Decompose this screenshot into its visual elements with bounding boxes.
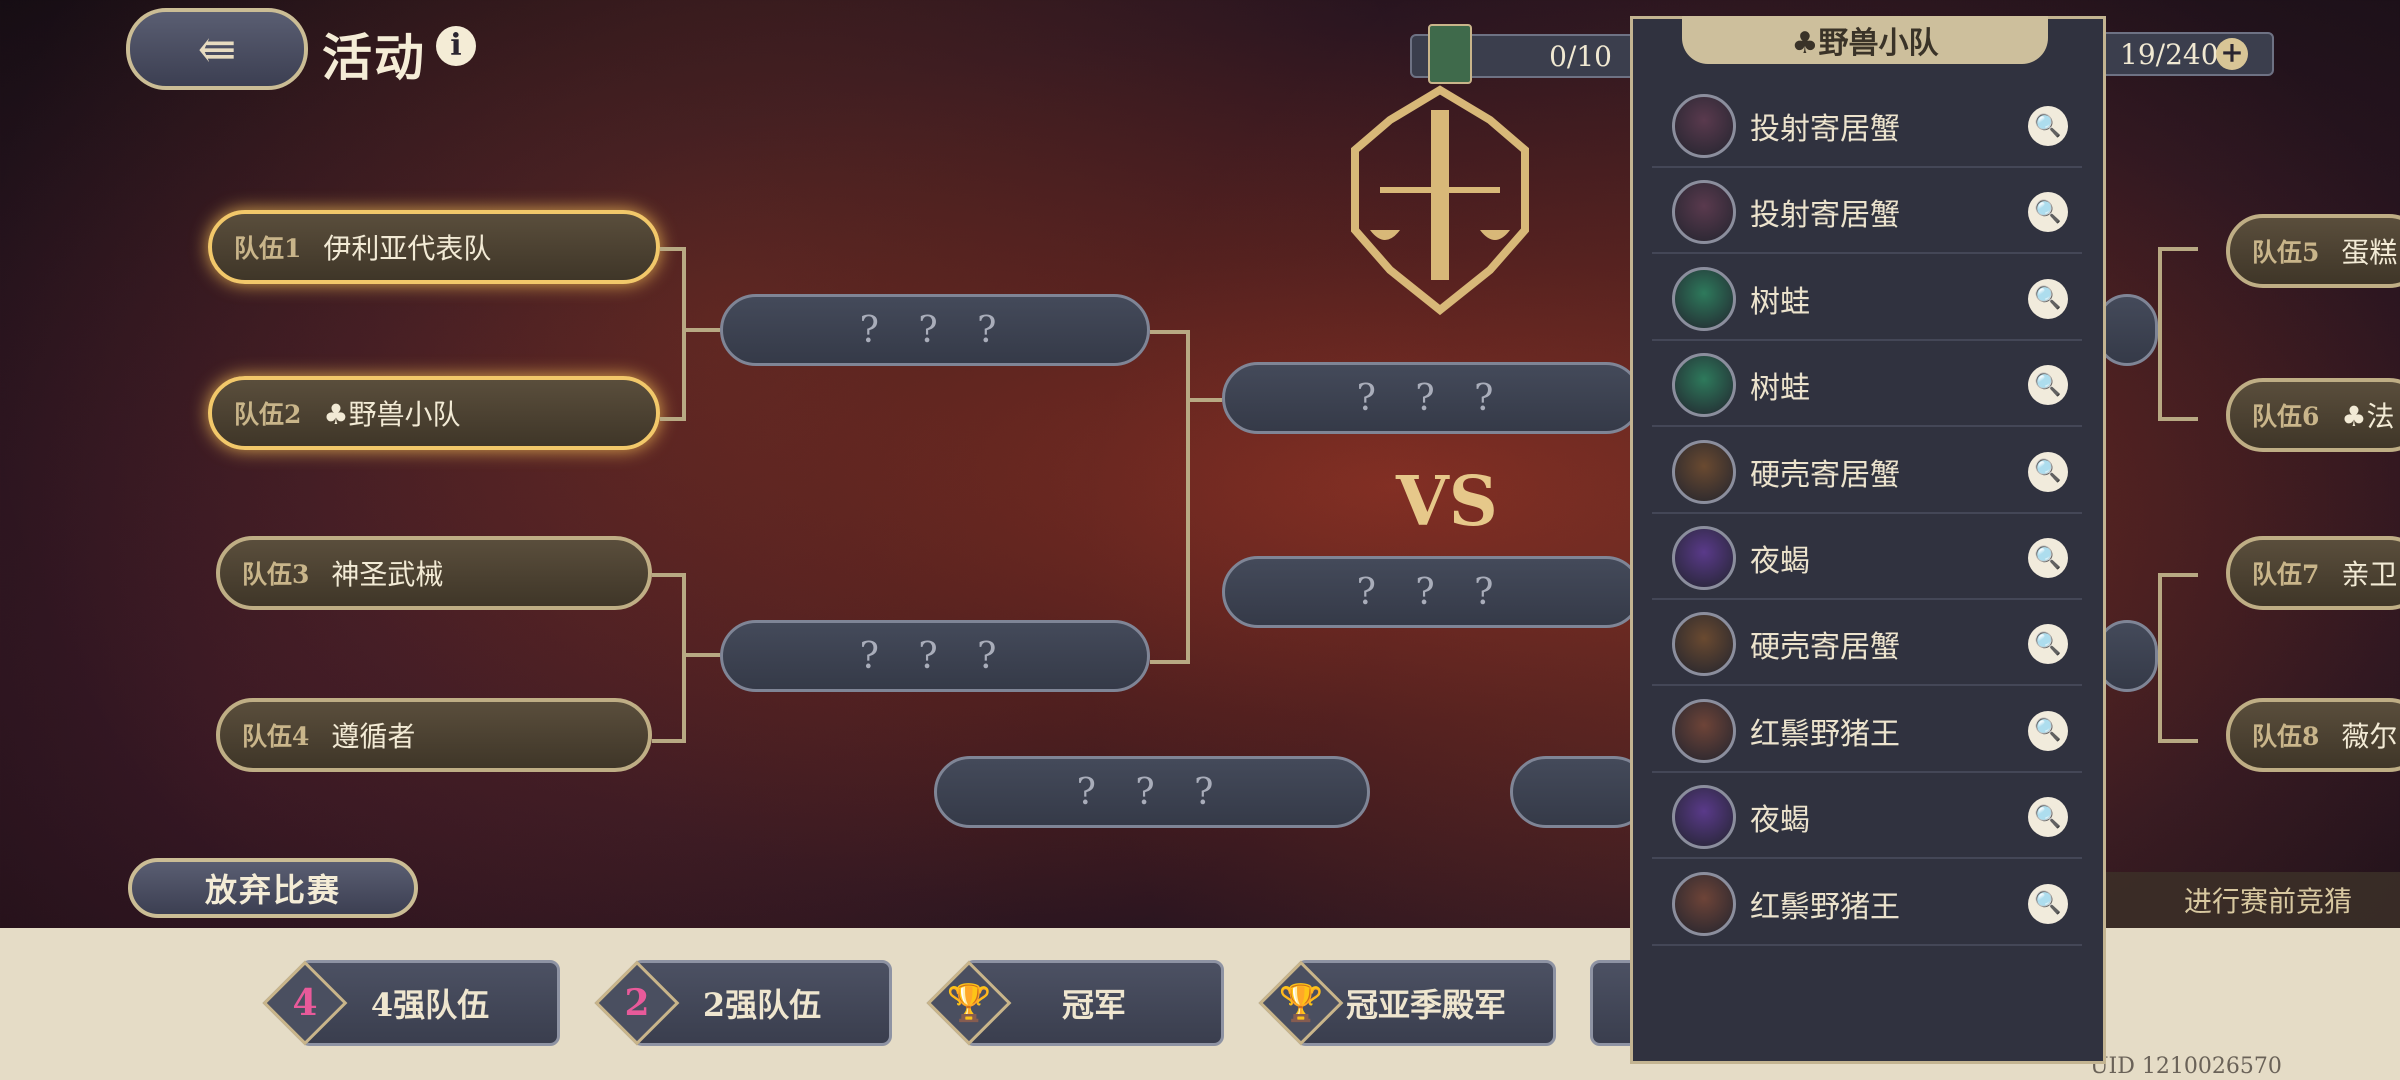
magnifier-icon[interactable]: 🔍 <box>2028 797 2068 838</box>
add-stamina-button[interactable]: + <box>2216 38 2248 70</box>
monster-avatar <box>1672 266 1736 331</box>
roster-row: 投射寄居蟹 🔍 <box>1652 172 2082 255</box>
team-slot-4[interactable]: 队伍4 遵循者 <box>216 698 652 772</box>
monster-name: 投射寄居蟹 <box>1750 112 1900 147</box>
two-badge-icon: 2 <box>594 960 680 1046</box>
tab-label: 2强队伍 <box>702 986 822 1024</box>
monster-avatar <box>1672 439 1736 504</box>
team-name: ♣法 <box>2341 400 2395 433</box>
bracket-line <box>1150 330 1190 664</box>
semifinal-slot-1: ? ? ? <box>720 294 1150 366</box>
roster-row: 红鬃野猪王 🔍 <box>1652 691 2082 773</box>
team-name: 蛋糕 <box>2341 236 2398 269</box>
monster-name: 夜蝎 <box>1750 803 1810 839</box>
roster-row: 硬壳寄居蟹 🔍 <box>1652 432 2082 514</box>
team-name: 亲卫 <box>2341 558 2398 591</box>
popup-title: ♣野兽小队 <box>1682 16 2048 64</box>
team-name: 神圣武械 <box>331 558 444 591</box>
magnifier-icon[interactable]: 🔍 <box>2028 451 2068 492</box>
team-tag: 队伍5 <box>2252 238 2320 267</box>
semifinal-slot-2: ? ? ? <box>720 620 1150 692</box>
scales-sword-emblem-icon <box>1351 85 1529 316</box>
team-slot-6[interactable]: 队伍6 ♣法 <box>2226 378 2400 452</box>
roster-row: 夜蝎 🔍 <box>1652 777 2082 860</box>
magnifier-icon[interactable]: 🔍 <box>2028 624 2068 665</box>
bracket-line <box>2158 573 2198 743</box>
monster-avatar <box>1672 612 1736 677</box>
back-button[interactable]: ⇚ <box>126 8 308 90</box>
roster-row: 投射寄居蟹 🔍 <box>1652 86 2082 168</box>
bracket-line <box>1186 398 1222 402</box>
team-slot-3[interactable]: 队伍3 神圣武械 <box>216 536 652 610</box>
monster-name: 硬壳寄居蟹 <box>1750 630 1900 666</box>
final-slot-1: ? ? ? <box>1222 362 1642 434</box>
bracket-line <box>660 247 686 421</box>
bracket-line <box>682 328 720 332</box>
magnifier-icon[interactable]: 🔍 <box>2028 192 2068 233</box>
page-title: 活动 <box>322 28 426 87</box>
magnifier-icon[interactable]: 🔍 <box>2028 538 2068 578</box>
roster-row: 树蛙 🔍 <box>1652 345 2082 428</box>
monster-name: 红鬃野猪王 <box>1750 716 1900 752</box>
info-icon[interactable]: i <box>436 26 476 66</box>
team-slot-2[interactable]: 队伍2 ♣野兽小队 <box>208 376 660 450</box>
four-badge-icon: 4 <box>262 960 348 1046</box>
team-tag: 队伍8 <box>2252 722 2320 751</box>
third-place-slot-2 <box>1510 756 1650 828</box>
monster-avatar <box>1672 526 1736 590</box>
monster-avatar <box>1672 180 1736 245</box>
bracket-line <box>682 653 720 657</box>
team-tag: 队伍7 <box>2252 560 2320 589</box>
back-arrow-icon: ⇚ <box>197 22 237 76</box>
magnifier-icon[interactable]: 🔍 <box>2028 883 2068 924</box>
team-slot-7[interactable]: 队伍7 亲卫 <box>2226 536 2400 610</box>
monster-avatar <box>1672 785 1736 850</box>
final-slot-2: ? ? ? <box>1222 556 1642 628</box>
monster-name: 树蛙 <box>1750 284 1810 320</box>
vs-label: VS <box>1396 462 1498 542</box>
ticket-icon <box>1428 24 1472 84</box>
magnifier-icon[interactable]: 🔍 <box>2028 278 2068 319</box>
monster-name: 硬壳寄居蟹 <box>1750 457 1900 493</box>
team-tag: 队伍4 <box>242 722 310 751</box>
roster-row: 树蛙 🔍 <box>1652 259 2082 341</box>
team-tag: 队伍6 <box>2252 402 2320 431</box>
tab-label: 冠军 <box>1061 986 1126 1024</box>
user-id: UID 1210026570 <box>2090 1054 2282 1079</box>
tab-label: 冠亚季殿军 <box>1345 986 1506 1024</box>
team-name: 遵循者 <box>331 720 416 753</box>
team-tag: 队伍2 <box>234 400 302 429</box>
monster-avatar <box>1672 353 1736 418</box>
third-place-slot: ? ? ? <box>934 756 1370 828</box>
monster-name: 红鬃野猪王 <box>1750 889 1900 925</box>
bracket-line <box>652 573 686 743</box>
team-tag: 队伍1 <box>234 234 302 263</box>
team-slot-5[interactable]: 队伍5 蛋糕 <box>2226 214 2400 288</box>
monster-avatar <box>1672 871 1736 936</box>
bracket-line <box>2158 247 2198 421</box>
monster-name: 投射寄居蟹 <box>1750 198 1900 234</box>
roster-row: 红鬃野猪王 🔍 <box>1652 864 2082 946</box>
team-slot-1[interactable]: 队伍1 伊利亚代表队 <box>208 210 660 284</box>
monster-name: 树蛙 <box>1750 371 1810 407</box>
team-name: 薇尔 <box>2341 720 2398 753</box>
magnifier-icon[interactable]: 🔍 <box>2028 710 2068 751</box>
team-tag: 队伍3 <box>242 560 310 589</box>
monster-avatar <box>1672 698 1736 763</box>
trophy-icon: 🏆 <box>926 960 1012 1046</box>
team-name: 伊利亚代表队 <box>323 232 492 265</box>
tab-label: 4强队伍 <box>370 986 490 1024</box>
monster-name: 夜蝎 <box>1750 544 1810 579</box>
magnifier-icon[interactable]: 🔍 <box>2028 106 2068 146</box>
roster-row: 硬壳寄居蟹 🔍 <box>1652 604 2082 687</box>
team-slot-8[interactable]: 队伍8 薇尔 <box>2226 698 2400 772</box>
trophy-icon: 🏆 <box>1258 960 1344 1046</box>
monster-avatar <box>1672 94 1736 158</box>
abandon-match-button[interactable]: 放弃比赛 <box>128 858 418 918</box>
team-name: ♣野兽小队 <box>323 398 461 431</box>
roster-row: 夜蝎 🔍 <box>1652 518 2082 600</box>
magnifier-icon[interactable]: 🔍 <box>2028 365 2068 406</box>
